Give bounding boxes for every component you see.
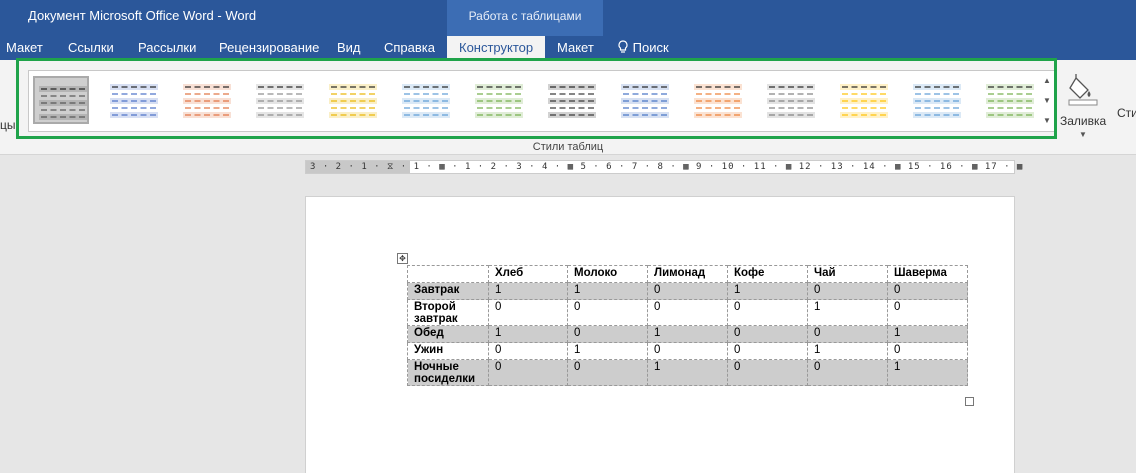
tab-layout[interactable]: Макет	[6, 40, 43, 55]
tab-review[interactable]: Рецензирование	[219, 40, 319, 55]
row-label-cell[interactable]: Обед	[407, 325, 489, 343]
table-cell[interactable]: 0	[727, 342, 808, 360]
table-cell[interactable]: 0	[488, 342, 568, 360]
table-cell[interactable]: 0	[488, 299, 568, 326]
table-row: Ужин 0 1 0 0 1 0	[407, 342, 968, 360]
table-cell[interactable]: 1	[567, 342, 648, 360]
table-cell[interactable]: 1	[567, 282, 648, 300]
tab-references[interactable]: Ссылки	[68, 40, 114, 55]
chevron-down-icon: ▼	[1079, 130, 1087, 139]
table-cell[interactable]: 0	[567, 359, 648, 386]
table-cell[interactable]: 0	[567, 299, 648, 326]
window-title: Документ Microsoft Office Word - Word	[28, 8, 257, 23]
header-cell[interactable]: Лимонад	[647, 265, 728, 283]
row-label-cell[interactable]: Второй завтрак	[407, 299, 489, 326]
table-cell[interactable]: 0	[647, 299, 728, 326]
shading-label: Заливка	[1060, 114, 1107, 128]
table-row: Обед 1 0 1 0 0 1	[407, 325, 968, 343]
row-label-cell[interactable]: Завтрак	[407, 282, 489, 300]
table-cell[interactable]: 0	[727, 299, 808, 326]
table-cell[interactable]: 0	[887, 282, 968, 300]
tab-table-layout[interactable]: Макет	[557, 40, 594, 55]
table-move-icon[interactable]: ✥	[397, 253, 408, 264]
ribbon-cut-label-right: Сти	[1117, 106, 1136, 120]
search-label: Поиск	[632, 40, 669, 55]
table-resize-handle[interactable]	[965, 397, 974, 406]
horizontal-ruler[interactable]: 3 · 2 · 1 · ⧖ · 1 · ▦ · 1 · 2 · 3 · 4 · …	[305, 160, 1022, 174]
ribbon-cut-label: цы	[0, 118, 16, 132]
table-cell[interactable]: 1	[727, 282, 808, 300]
row-label-cell[interactable]: Ужин	[407, 342, 489, 360]
ruler-scale: 3 · 2 · 1 · ⧖ · 1 · ▦ · 1 · 2 · 3 · 4 · …	[310, 162, 1024, 172]
table-cell[interactable]: 0	[807, 359, 888, 386]
ribbon-tabs: Макет Ссылки Рассылки Рецензирование Вид…	[0, 36, 1136, 60]
table-cell[interactable]: 0	[807, 282, 888, 300]
table-cell[interactable]: 0	[887, 342, 968, 360]
table-cell[interactable]: 0	[887, 299, 968, 326]
table-row: Ночные посиделки 0 0 1 0 0 1	[407, 359, 968, 386]
table-cell[interactable]: 1	[488, 325, 568, 343]
table-cell[interactable]: 1	[887, 325, 968, 343]
header-cell[interactable]: Кофе	[727, 265, 808, 283]
table-cell[interactable]: 0	[488, 359, 568, 386]
table-cell[interactable]: 0	[807, 325, 888, 343]
header-cell[interactable]: Шаверма	[887, 265, 968, 283]
row-label-cell[interactable]: Ночные посиделки	[407, 359, 489, 386]
highlight-frame	[16, 58, 1057, 139]
table-cell[interactable]: 1	[807, 299, 888, 326]
header-cell[interactable]: Хлеб	[488, 265, 568, 283]
table-cell[interactable]: 0	[727, 325, 808, 343]
table-cell[interactable]: 1	[488, 282, 568, 300]
header-cell[interactable]	[407, 265, 489, 283]
table-cell[interactable]: 0	[727, 359, 808, 386]
header-cell[interactable]: Чай	[807, 265, 888, 283]
table-cell[interactable]: 1	[887, 359, 968, 386]
paint-bucket-icon	[1068, 74, 1098, 106]
table-cell[interactable]: 1	[647, 359, 728, 386]
table-cell[interactable]: 0	[647, 282, 728, 300]
table-row: Завтрак 1 1 0 1 0 0	[407, 282, 968, 300]
tab-search[interactable]: Поиск	[617, 40, 669, 55]
table-cell[interactable]: 1	[647, 325, 728, 343]
document-page[interactable]: ✥ Хлеб Молоко Лимонад Кофе Чай Шаверма З…	[305, 196, 1015, 473]
group-label-table-styles: Стили таблиц	[532, 141, 604, 153]
table-cell[interactable]: 0	[647, 342, 728, 360]
lightbulb-icon	[618, 40, 628, 53]
table-cell[interactable]: 1	[807, 342, 888, 360]
tab-mailings[interactable]: Рассылки	[138, 40, 196, 55]
context-group-label: Работа с таблицами	[468, 9, 582, 23]
tab-view[interactable]: Вид	[337, 40, 361, 55]
tab-help[interactable]: Справка	[384, 40, 435, 55]
tab-table-design[interactable]: Конструктор	[447, 36, 546, 60]
table-cell[interactable]: 0	[567, 325, 648, 343]
table-row: Второй завтрак 0 0 0 0 1 0	[407, 299, 968, 326]
table-header-row: Хлеб Молоко Лимонад Кофе Чай Шаверма	[407, 265, 968, 283]
shading-button[interactable]: Заливка ▼	[1060, 68, 1106, 146]
data-table[interactable]: Хлеб Молоко Лимонад Кофе Чай Шаверма Зав…	[407, 265, 968, 386]
header-cell[interactable]: Молоко	[567, 265, 648, 283]
